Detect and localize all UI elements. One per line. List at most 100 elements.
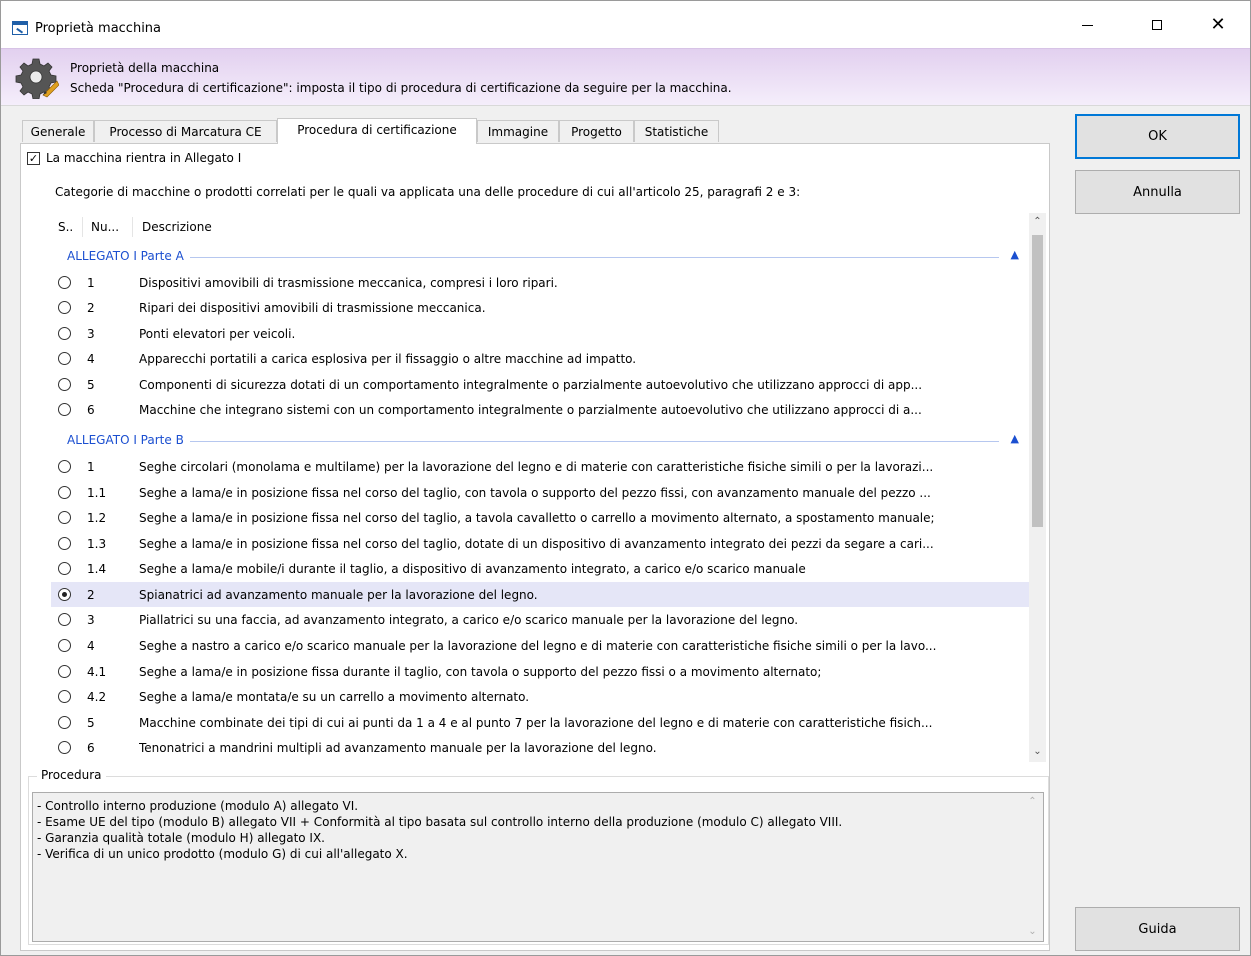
radio-button[interactable] [58, 613, 71, 626]
item-description: Seghe a lama/e in posizione fissa nel co… [139, 511, 935, 525]
list-item[interactable]: 3 Ponti elevatori per veicoli. [51, 321, 1029, 346]
close-button[interactable]: ✕ [1195, 1, 1241, 48]
group-divider [67, 257, 999, 258]
radio-button[interactable] [58, 588, 71, 601]
group-title: ALLEGATO I Parte A [67, 249, 190, 263]
list-item-selected[interactable]: 2 Spianatrici ad avanzamento manuale per … [51, 582, 1029, 607]
group-divider [67, 441, 999, 442]
procedure-textbox[interactable]: - Controllo interno produzione (modulo A… [32, 792, 1044, 942]
list-item[interactable]: 4 Seghe a nastro a carico e/o scarico man… [51, 633, 1029, 658]
category-list[interactable]: S.. Nu... Descrizione ALLEGATO I Parte A… [51, 213, 1029, 762]
column-separator[interactable] [82, 217, 83, 237]
scroll-down-arrow-icon[interactable]: ⌄ [1024, 923, 1041, 940]
close-icon: ✕ [1210, 13, 1226, 35]
item-description: Seghe circolari (monolama e multilame) p… [139, 460, 934, 474]
list-item[interactable]: 2 Ripari dei dispositivi amovibili di tra… [51, 295, 1029, 320]
radio-button[interactable] [58, 716, 71, 729]
list-item[interactable]: 3 Piallatrici su una faccia, ad avanzamen… [51, 607, 1029, 632]
list-item[interactable]: 1.4 Seghe a lama/e mobile/i durante il ta… [51, 556, 1029, 581]
radio-button[interactable] [58, 327, 71, 340]
tab-immagine[interactable]: Immagine [477, 120, 559, 142]
collapse-chevron-icon[interactable]: ▲ [1011, 432, 1019, 445]
ok-button[interactable]: OK [1075, 114, 1240, 159]
cancel-button[interactable]: Annulla [1075, 170, 1240, 214]
header-band: Proprietà della macchina Scheda "Procedu… [1, 48, 1250, 106]
tab-processo-marcatura[interactable]: Processo di Marcatura CE [94, 120, 277, 142]
radio-button[interactable] [58, 690, 71, 703]
list-item[interactable]: 5 Componenti di sicurezza dotati di un co… [51, 372, 1029, 397]
list-item[interactable]: 4.2 Seghe a lama/e montata/e su un carrel… [51, 684, 1029, 709]
radio-button[interactable] [58, 486, 71, 499]
scroll-thumb[interactable] [1032, 235, 1043, 527]
radio-button[interactable] [58, 403, 71, 416]
tab-generale[interactable]: Generale [22, 120, 94, 142]
item-description: Apparecchi portatili a carica esplosiva … [139, 352, 637, 366]
column-separator[interactable] [132, 217, 133, 237]
radio-button[interactable] [58, 301, 71, 314]
item-number: 1.3 [87, 537, 107, 551]
item-number: 4.1 [87, 665, 107, 679]
properties-window: Proprietà macchina ✕ Proprietà della mac… [0, 0, 1251, 956]
item-number: 6 [87, 741, 95, 755]
radio-button[interactable] [58, 276, 71, 289]
minimize-button[interactable] [1064, 1, 1110, 48]
radio-button[interactable] [58, 352, 71, 365]
column-header-description[interactable]: Descrizione [142, 220, 212, 234]
procedure-scrollbar[interactable]: ⌃ ⌄ [1024, 793, 1041, 941]
list-item[interactable]: 1 Dispositivi amovibili di trasmissione m… [51, 270, 1029, 295]
item-number: 5 [87, 716, 95, 730]
minimize-icon [1081, 25, 1093, 26]
header-title: Proprietà della macchina [70, 61, 220, 75]
column-header-number[interactable]: Nu... [91, 220, 119, 234]
item-number: 3 [87, 327, 95, 341]
radio-button[interactable] [58, 562, 71, 575]
tab-progetto[interactable]: Progetto [559, 120, 634, 142]
maximize-button[interactable] [1134, 1, 1180, 48]
scroll-up-arrow-icon[interactable]: ⌃ [1024, 793, 1041, 810]
list-scrollbar[interactable]: ⌃ ⌄ [1029, 213, 1046, 762]
help-button[interactable]: Guida [1075, 907, 1240, 951]
tab-statistiche[interactable]: Statistiche [634, 120, 719, 142]
group-header-parte-a[interactable]: ALLEGATO I Parte A ▲ [51, 246, 1029, 266]
item-number: 5 [87, 378, 95, 392]
item-description: Piallatrici su una faccia, ad avanzament… [139, 613, 799, 627]
item-description: Seghe a lama/e in posizione fissa durant… [139, 665, 822, 679]
allegato-checkbox[interactable]: ✓ [27, 151, 40, 165]
radio-button[interactable] [58, 741, 71, 754]
allegato-checkbox-label: La macchina rientra in Allegato I [46, 151, 242, 165]
gear-icon [15, 58, 59, 99]
item-number: 1 [87, 276, 95, 290]
allegato-checkbox-row[interactable]: ✓ La macchina rientra in Allegato I [27, 151, 241, 165]
collapse-chevron-icon[interactable]: ▲ [1011, 248, 1019, 261]
item-number: 3 [87, 613, 95, 627]
scroll-down-arrow-icon[interactable]: ⌄ [1029, 743, 1046, 760]
tab-procedura-certificazione[interactable]: Procedura di certificazione [277, 118, 477, 144]
list-item[interactable]: 6 Macchine che integrano sistemi con un c… [51, 397, 1029, 422]
list-item[interactable]: 4.1 Seghe a lama/e in posizione fissa dur… [51, 659, 1029, 684]
item-description: Seghe a lama/e in posizione fissa nel co… [139, 537, 934, 551]
radio-button[interactable] [58, 537, 71, 550]
scroll-up-arrow-icon[interactable]: ⌃ [1029, 213, 1046, 230]
list-item[interactable]: 6 Tenonatrici a mandrini multipli ad avan… [51, 735, 1029, 760]
intro-text: Categorie di macchine o prodotti correla… [55, 185, 801, 199]
column-header-select[interactable]: S.. [58, 220, 73, 234]
group-header-parte-b[interactable]: ALLEGATO I Parte B ▲ [51, 430, 1029, 450]
list-item[interactable]: 1.1 Seghe a lama/e in posizione fissa nel… [51, 480, 1029, 505]
item-description: Seghe a nastro a carico e/o scarico manu… [139, 639, 937, 653]
list-item[interactable]: 1 Seghe circolari (monolama e multilame) … [51, 454, 1029, 479]
item-number: 2 [87, 588, 95, 602]
list-item[interactable]: 4 Apparecchi portatili a carica esplosiva… [51, 346, 1029, 371]
list-item[interactable]: 1.2 Seghe a lama/e in posizione fissa nel… [51, 505, 1029, 530]
item-number: 1 [87, 460, 95, 474]
item-number: 1.1 [87, 486, 107, 500]
list-item[interactable]: 5 Macchine combinate dei tipi di cui ai p… [51, 710, 1029, 735]
list-item[interactable]: 1.3 Seghe a lama/e in posizione fissa nel… [51, 531, 1029, 556]
radio-button[interactable] [58, 378, 71, 391]
item-description: Spianatrici ad avanzamento manuale per l… [139, 588, 538, 602]
radio-button[interactable] [58, 460, 71, 473]
radio-button[interactable] [58, 639, 71, 652]
radio-button[interactable] [58, 511, 71, 524]
title-bar: Proprietà macchina ✕ [1, 1, 1250, 48]
radio-button[interactable] [58, 665, 71, 678]
list-header: S.. Nu... Descrizione [51, 213, 1029, 241]
